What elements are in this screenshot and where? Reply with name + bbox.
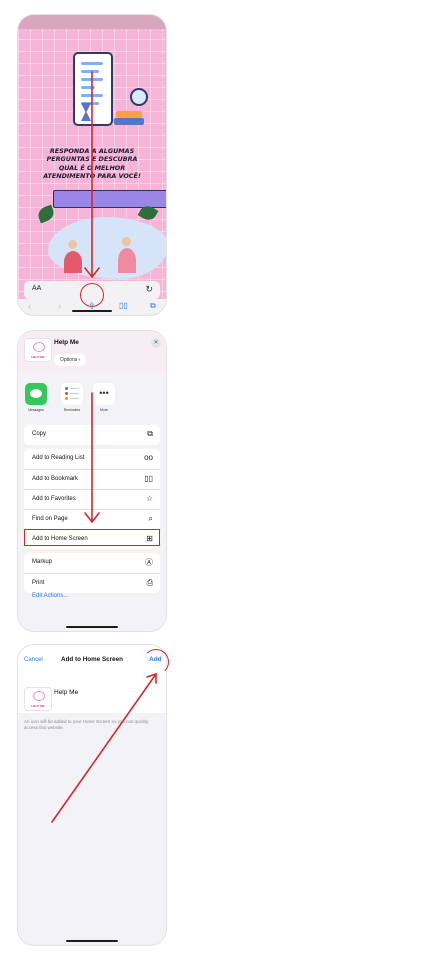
arrow-to-add [51,673,157,823]
annotation-arrows [51,71,157,823]
